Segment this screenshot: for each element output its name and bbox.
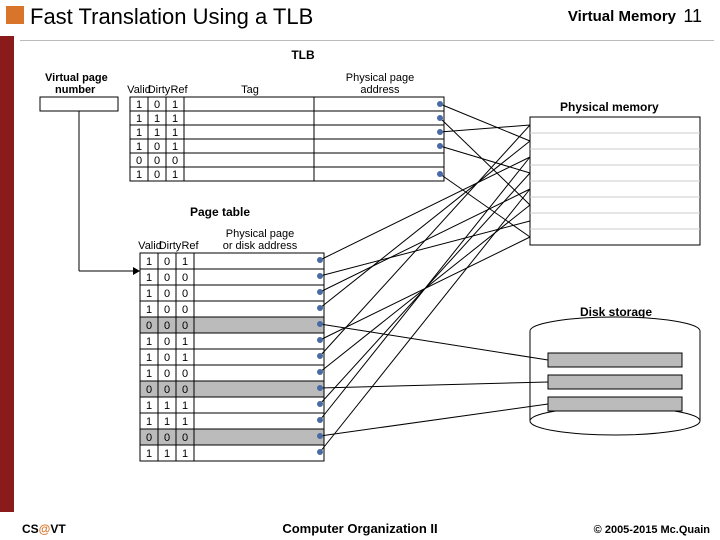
svg-text:0: 0	[164, 352, 170, 364]
svg-text:1: 1	[146, 448, 152, 460]
svg-text:1: 1	[164, 400, 170, 412]
svg-text:0: 0	[182, 384, 188, 396]
svg-text:1: 1	[146, 352, 152, 364]
svg-text:1: 1	[146, 416, 152, 428]
left-accent-bar	[0, 36, 14, 512]
svg-text:0: 0	[164, 288, 170, 300]
phys-mem-box	[530, 117, 700, 245]
tlb-label: TLB	[291, 48, 315, 62]
svg-text:1: 1	[136, 169, 142, 181]
vpn-label-1: Virtual page	[45, 72, 108, 84]
svg-text:0: 0	[154, 99, 160, 111]
svg-text:0: 0	[164, 320, 170, 332]
page-number: 11	[683, 6, 702, 27]
section-label: Virtual Memory	[568, 8, 676, 25]
pt-col-ppda-1: Physical page	[226, 228, 295, 240]
col-ref: Ref	[170, 84, 188, 96]
tlb-table: Valid Dirty Ref Tag Physical page addres…	[127, 72, 444, 181]
col-tag: Tag	[241, 84, 259, 96]
svg-text:1: 1	[146, 368, 152, 380]
page-table: 101100100100000101101100000111111000111	[140, 253, 324, 461]
tlb-to-mem-lines	[440, 104, 530, 237]
svg-text:0: 0	[154, 169, 160, 181]
svg-text:1: 1	[136, 127, 142, 139]
pt-col-ppda-2: or disk address	[223, 240, 298, 252]
col-dirty: Dirty	[148, 84, 171, 96]
svg-text:1: 1	[172, 99, 178, 111]
svg-text:0: 0	[164, 368, 170, 380]
phys-mem-label: Physical memory	[560, 100, 659, 114]
vpn-box	[40, 97, 118, 111]
svg-text:0: 0	[164, 272, 170, 284]
svg-text:1: 1	[182, 352, 188, 364]
svg-text:0: 0	[146, 320, 152, 332]
col-ppa-1: Physical page	[346, 72, 415, 84]
svg-text:0: 0	[164, 384, 170, 396]
svg-text:0: 0	[182, 368, 188, 380]
disk-icon	[530, 317, 700, 435]
accent-square-icon	[6, 6, 24, 24]
svg-text:1: 1	[172, 113, 178, 125]
svg-text:1: 1	[172, 127, 178, 139]
tlb-diagram: TLB Virtual page number Valid Dirty Ref …	[20, 40, 714, 510]
svg-text:1: 1	[164, 416, 170, 428]
svg-text:1: 1	[136, 113, 142, 125]
svg-text:1: 1	[136, 141, 142, 153]
svg-text:0: 0	[182, 304, 188, 316]
page-title: Fast Translation Using a TLB	[30, 4, 313, 30]
svg-text:1: 1	[172, 141, 178, 153]
header: Fast Translation Using a TLB Virtual Mem…	[0, 0, 720, 34]
vpn-label-2: number	[55, 84, 96, 96]
footer-copyright: © 2005-2015 Mc.Quain	[594, 524, 710, 536]
svg-text:0: 0	[154, 155, 160, 167]
svg-text:0: 0	[182, 288, 188, 300]
svg-text:0: 0	[146, 384, 152, 396]
svg-text:0: 0	[164, 256, 170, 268]
svg-text:0: 0	[164, 336, 170, 348]
svg-text:1: 1	[164, 448, 170, 460]
svg-text:0: 0	[136, 155, 142, 167]
svg-text:1: 1	[154, 127, 160, 139]
svg-text:1: 1	[136, 99, 142, 111]
svg-text:0: 0	[182, 432, 188, 444]
svg-text:0: 0	[182, 320, 188, 332]
pt-col-ref: Ref	[181, 240, 199, 252]
svg-text:1: 1	[154, 113, 160, 125]
svg-text:0: 0	[164, 432, 170, 444]
svg-text:1: 1	[182, 416, 188, 428]
svg-text:0: 0	[164, 304, 170, 316]
slide: Fast Translation Using a TLB Virtual Mem…	[0, 0, 720, 540]
svg-text:1: 1	[146, 400, 152, 412]
svg-text:0: 0	[182, 272, 188, 284]
svg-text:0: 0	[172, 155, 178, 167]
svg-text:0: 0	[154, 141, 160, 153]
svg-text:1: 1	[146, 304, 152, 316]
page-table-label: Page table	[190, 205, 250, 219]
footer: CS@VT Computer Organization II © 2005-20…	[0, 516, 720, 540]
arrow-icon	[133, 267, 140, 275]
svg-text:1: 1	[182, 336, 188, 348]
svg-text:0: 0	[146, 432, 152, 444]
svg-text:1: 1	[182, 448, 188, 460]
svg-text:1: 1	[146, 256, 152, 268]
svg-text:1: 1	[182, 256, 188, 268]
svg-text:1: 1	[146, 272, 152, 284]
pt-col-dirty: Dirty	[159, 240, 182, 252]
svg-text:1: 1	[172, 169, 178, 181]
col-ppa-2: address	[360, 84, 400, 96]
svg-text:1: 1	[146, 336, 152, 348]
svg-text:1: 1	[182, 400, 188, 412]
svg-text:1: 1	[146, 288, 152, 300]
